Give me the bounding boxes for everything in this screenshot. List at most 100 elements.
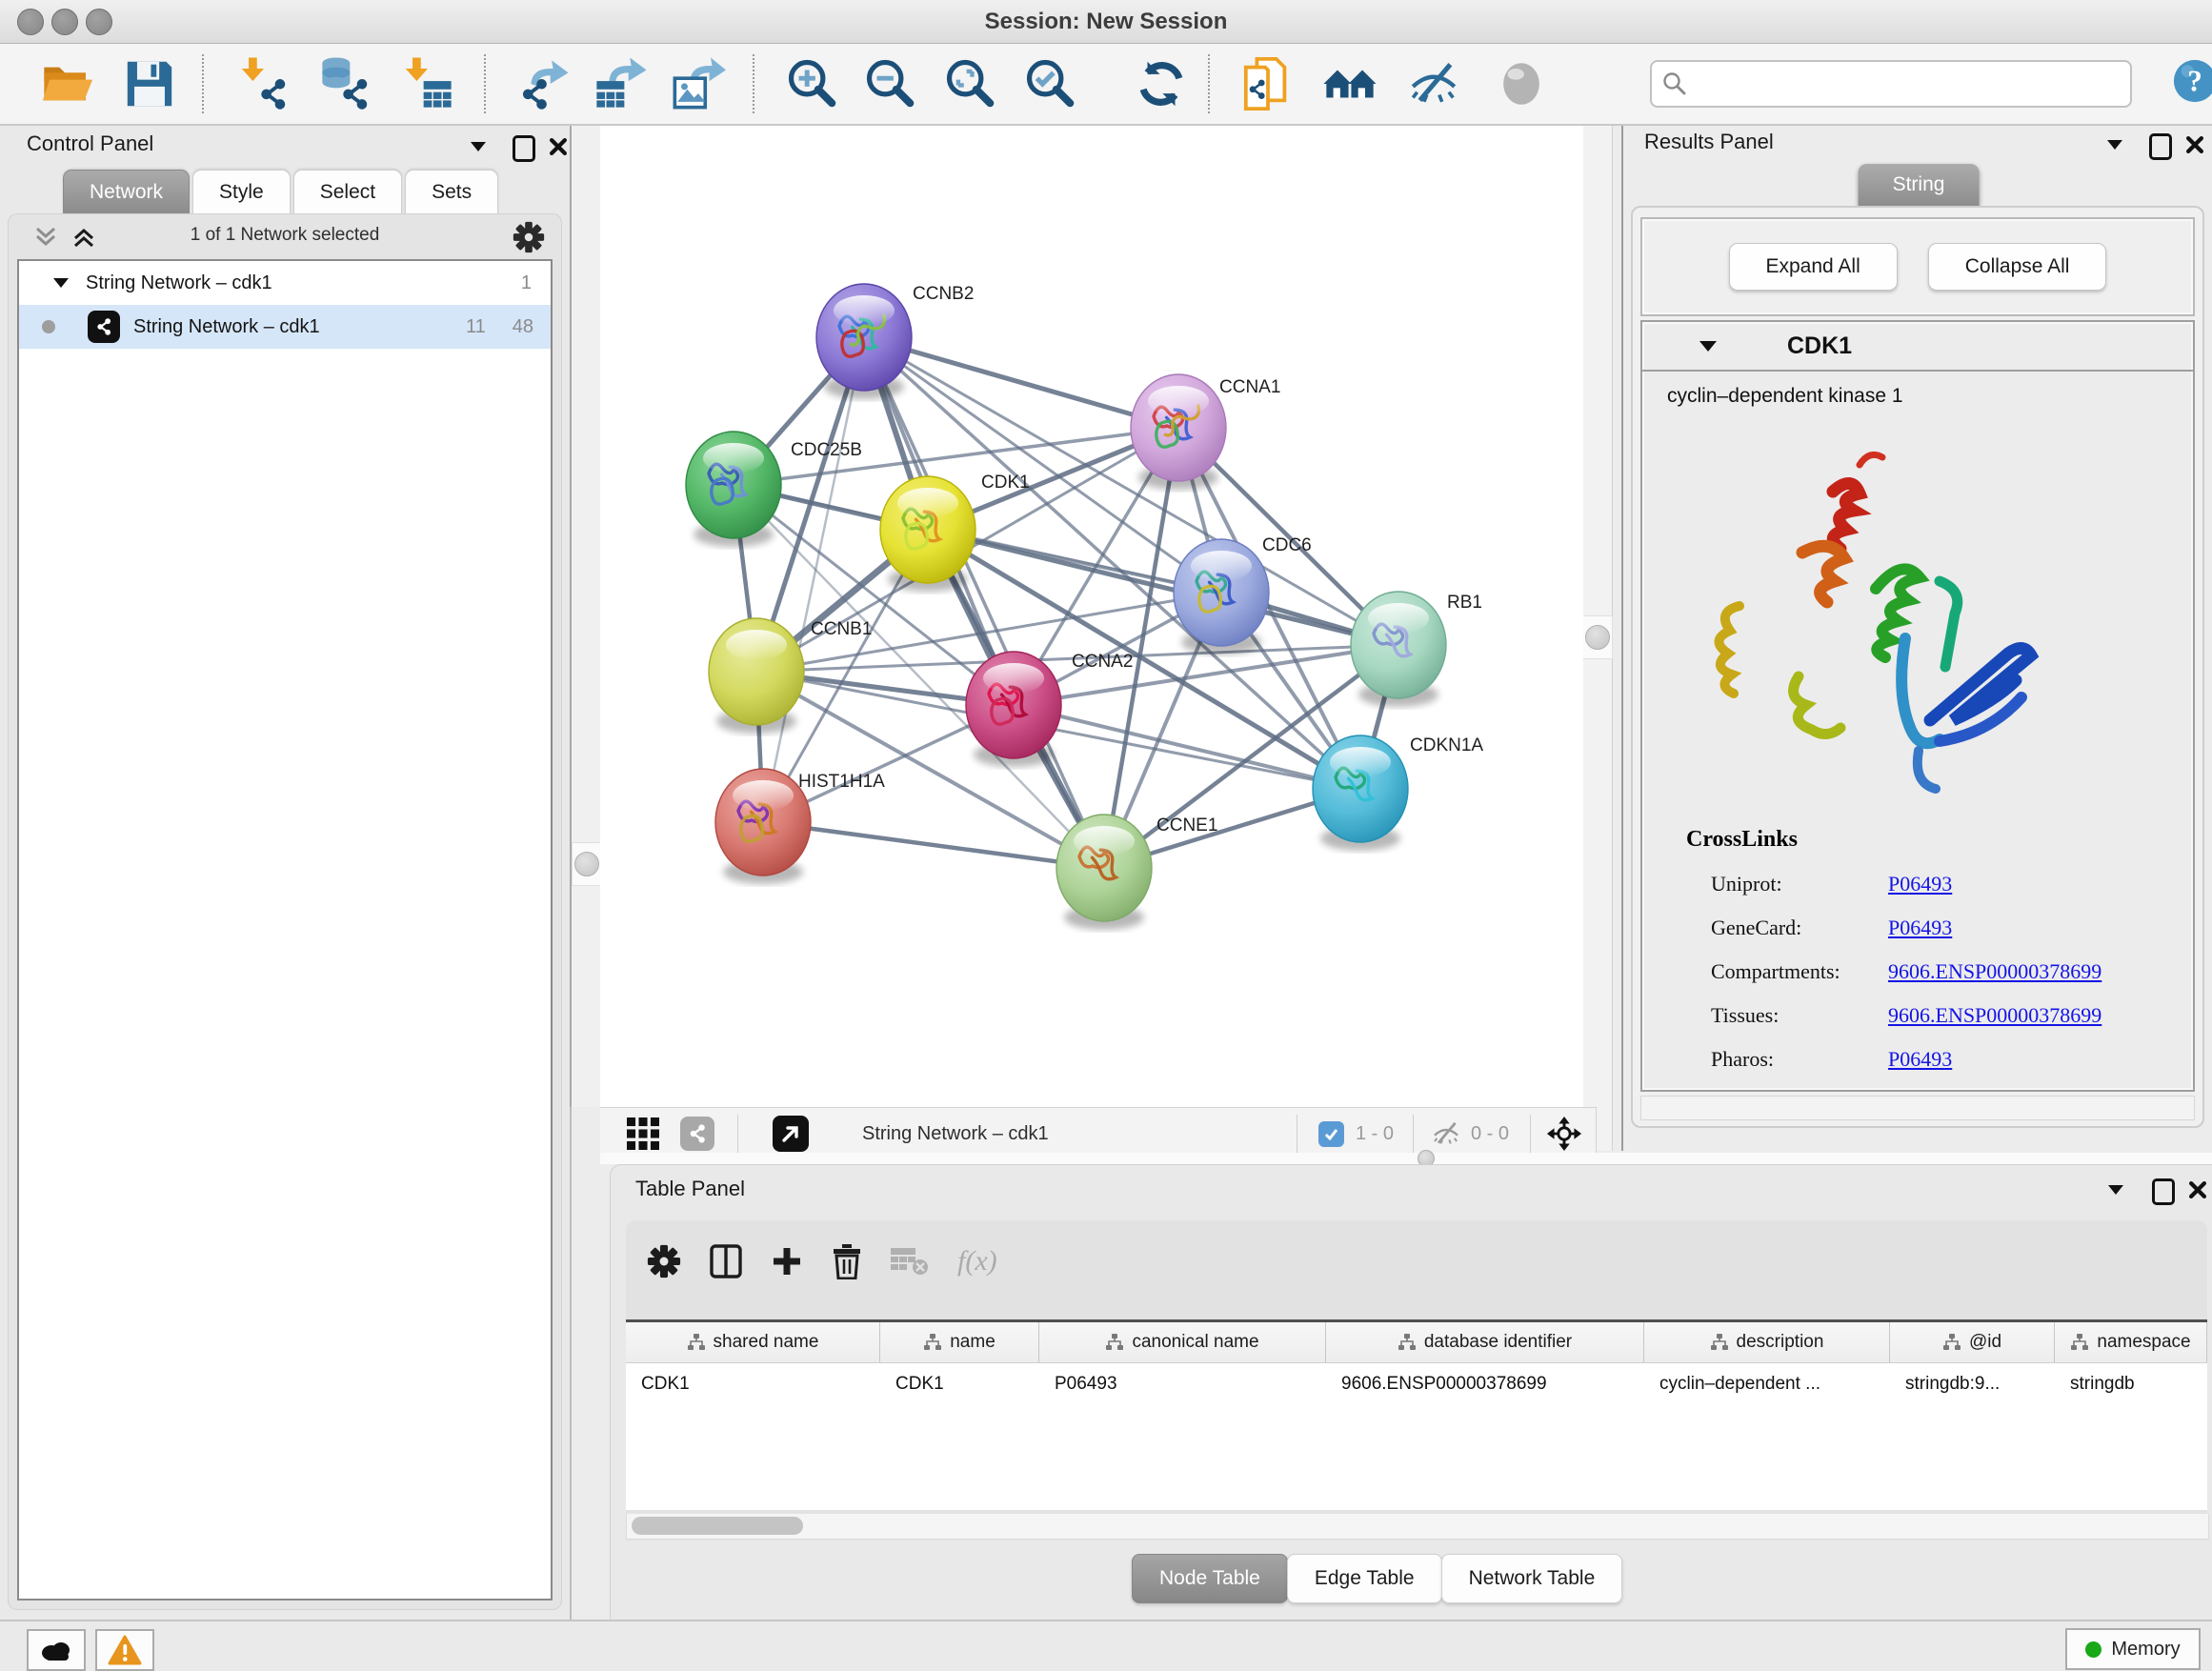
node-CDC6[interactable] [1174,539,1269,654]
import-network-database-button[interactable] [318,56,373,111]
grid-view-button[interactable] [627,1117,659,1150]
network-row[interactable]: String Network – cdk1 11 48 [19,305,551,349]
edge-CCNA1-CCNE1[interactable] [1104,428,1178,868]
tab-edge-table[interactable]: Edge Table [1287,1554,1442,1603]
tab-network-table[interactable]: Network Table [1441,1554,1623,1603]
node-CCNB1[interactable] [709,618,804,734]
tab-node-table[interactable]: Node Table [1132,1554,1288,1603]
column-header--id[interactable]: @id [1890,1322,2055,1362]
left-splitter[interactable] [570,126,602,1107]
column-header-database-identifier[interactable]: database identifier [1326,1322,1644,1362]
cell-description[interactable]: cyclin–dependent ... [1644,1363,1890,1405]
results-panel-maximize-button[interactable] [2149,133,2172,165]
table-options-button[interactable] [647,1244,681,1278]
selected-nodes-checkbox[interactable] [1318,1121,1344,1147]
node-CCNE1[interactable] [1056,815,1152,930]
export-table-button[interactable] [593,56,648,111]
node-CCNA2[interactable] [966,652,1061,767]
edge-CCNB2-CCNE1[interactable] [864,337,1104,868]
node-CDKN1A[interactable] [1313,735,1408,851]
tab-network[interactable]: Network [63,170,190,214]
node-CDC25B[interactable] [686,432,781,547]
add-column-button[interactable] [771,1245,803,1278]
control-panel-close-button[interactable] [549,137,568,156]
network-options-button[interactable] [513,221,545,253]
birdseye-view-button[interactable] [773,1116,809,1152]
show-panels-button[interactable] [1494,56,1549,111]
hide-panels-button[interactable] [1406,56,1461,111]
right-splitter-handle[interactable] [1585,625,1610,650]
tab-style[interactable]: Style [192,170,291,214]
table-panel-float-button[interactable] [2108,1182,2123,1199]
results-scrollbar[interactable] [1640,1096,2195,1120]
right-splitter[interactable] [1583,126,1613,1151]
string-network-graph[interactable]: CCNB2CCNA1CDC25BCDK1CDC6RB1CCNB1CCNA2CDK… [600,126,1583,1107]
open-session-button[interactable] [40,56,95,111]
column-header-description[interactable]: description [1644,1322,1890,1362]
collapse-all-button[interactable]: Collapse All [1928,243,2107,291]
crosslink-value-link[interactable]: 9606.ENSP00000378699 [1888,959,2101,984]
import-network-file-button[interactable] [236,56,292,111]
cell-shared-name[interactable]: CDK1 [626,1363,880,1405]
zoom-selected-button[interactable] [1023,56,1078,111]
zoom-out-button[interactable] [863,56,918,111]
node-RB1[interactable] [1351,592,1446,707]
crosslink-value-link[interactable]: 9606.ENSP00000378699 [1888,1003,2101,1028]
crosslink-value-link[interactable]: P06493 [1888,1047,1952,1072]
cell-database-identifier[interactable]: 9606.ENSP00000378699 [1326,1363,1644,1405]
network-canvas[interactable]: CCNB2CCNA1CDC25BCDK1CDC6RB1CCNB1CCNA2CDK… [600,126,1583,1107]
show-columns-button[interactable] [710,1244,742,1278]
scrollbar-thumb[interactable] [632,1517,803,1535]
expand-all-button[interactable]: Expand All [1729,243,1898,291]
node-HIST1H1A[interactable] [715,769,811,884]
cell-canonical-name[interactable]: P06493 [1039,1363,1326,1405]
import-table-file-button[interactable] [400,56,455,111]
cell-namespace[interactable]: stringdb [2055,1363,2207,1405]
save-session-button[interactable] [122,56,177,111]
memory-button[interactable]: Memory [2065,1628,2201,1670]
fit-selected-button[interactable] [1546,1116,1582,1152]
tab-sets[interactable]: Sets [405,170,498,214]
gene-card-header[interactable]: CDK1 [1642,322,2193,372]
column-header-canonical-name[interactable]: canonical name [1039,1322,1326,1362]
zoom-fit-button[interactable] [943,56,998,111]
horizontal-splitter[interactable] [600,1153,2212,1164]
cell-name[interactable]: CDK1 [880,1363,1039,1405]
network-collection-row[interactable]: String Network – cdk1 1 [19,261,551,305]
help-button[interactable]: ? [2170,56,2212,111]
edge-CCNB2-CCNA1[interactable] [864,337,1178,428]
search-input[interactable] [1696,64,2119,102]
delete-column-button[interactable] [832,1243,862,1279]
results-panel-float-button[interactable] [2107,137,2122,154]
control-panel-float-button[interactable] [471,139,486,156]
tab-select[interactable]: Select [293,170,402,214]
table-horizontal-scrollbar[interactable] [626,1514,2209,1540]
tab-string-results[interactable]: String [1859,164,1980,206]
export-image-button[interactable] [671,56,726,111]
node-CCNB2[interactable] [816,284,912,399]
node-CDK1[interactable] [880,476,975,592]
edge-CDK1-RB1[interactable] [928,530,1398,645]
edge-CCNB2-HIST1H1A[interactable] [763,337,864,822]
column-header-name[interactable]: name [880,1322,1039,1362]
edge-HIST1H1A-CCNE1[interactable] [763,822,1104,868]
table-row[interactable]: CDK1CDK1P064939606.ENSP00000378699cyclin… [626,1363,2207,1405]
control-panel-maximize-button[interactable] [513,135,535,167]
clone-network-button[interactable] [1240,56,1296,111]
home-button[interactable] [1322,56,1377,111]
refresh-button[interactable] [1134,56,1189,111]
column-header-namespace[interactable]: namespace [2055,1322,2207,1362]
crosslink-value-link[interactable]: P06493 [1888,872,1952,896]
table-panel-maximize-button[interactable] [2152,1178,2175,1210]
left-splitter-handle[interactable] [574,852,599,876]
export-network-button[interactable] [514,56,570,111]
zoom-in-button[interactable] [785,56,840,111]
network-app-badge[interactable] [680,1117,714,1151]
column-header-shared-name[interactable]: shared name [626,1322,880,1362]
table-panel-close-button[interactable] [2188,1180,2207,1199]
results-panel-close-button[interactable] [2185,135,2204,154]
cloud-status-button[interactable] [27,1629,86,1671]
warnings-button[interactable] [95,1629,154,1671]
node-CCNA1[interactable] [1131,374,1226,490]
cell--id[interactable]: stringdb:9... [1890,1363,2055,1405]
